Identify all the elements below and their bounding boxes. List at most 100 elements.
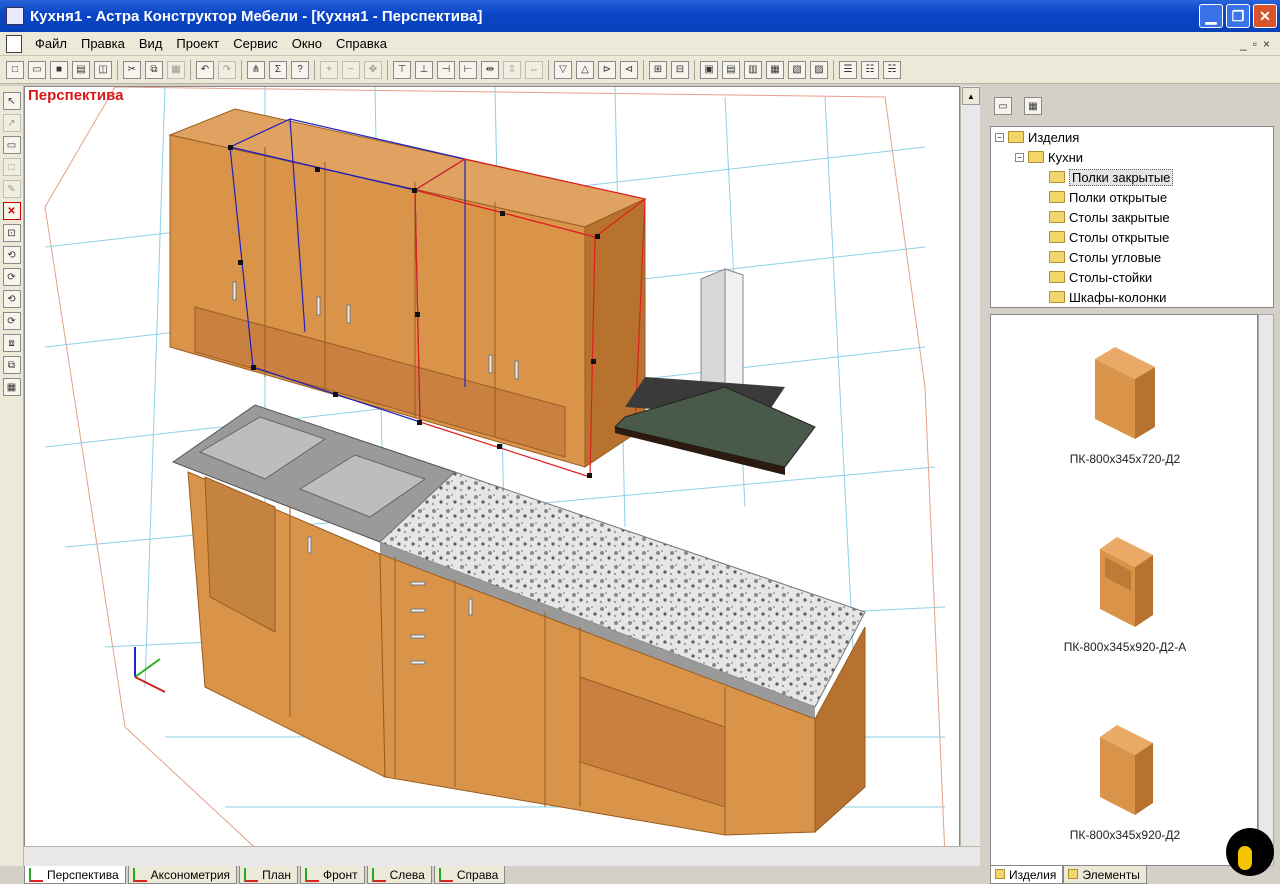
layout-c-icon[interactable]: ▥ — [744, 60, 762, 79]
select-icon[interactable]: ↗ — [2, 114, 21, 132]
copy-icon[interactable]: ⧉ — [145, 60, 163, 79]
minimize-button[interactable]: ▁ — [1199, 4, 1223, 28]
upper-cabinets[interactable] — [168, 108, 647, 468]
box-icon[interactable]: □ — [2, 158, 21, 176]
align-right-icon[interactable]: ⊢ — [459, 60, 477, 79]
paste-icon[interactable]: ▦ — [167, 60, 185, 79]
mdi-restore-button[interactable]: ▫ — [1253, 37, 1257, 51]
zoom-in-icon[interactable]: + — [320, 60, 338, 79]
ungroup-icon[interactable]: ⧉ — [2, 356, 21, 374]
pointer-icon[interactable]: ↖ — [2, 92, 21, 110]
tree-item[interactable]: Столы-стойки — [991, 267, 1273, 287]
grid-b-icon[interactable]: ⊟ — [671, 60, 689, 79]
mdi-minimize-button[interactable]: _ — [1240, 37, 1247, 51]
align-top-icon[interactable]: ⊤ — [393, 60, 411, 79]
tab-elements[interactable]: Элементы — [1063, 866, 1147, 884]
rotate-icon[interactable]: ⟲ — [2, 246, 21, 264]
props-a-icon[interactable]: ☰ — [839, 60, 857, 79]
menu-view[interactable]: Вид — [132, 36, 170, 51]
menu-edit[interactable]: Правка — [74, 36, 132, 51]
pan-icon[interactable]: ✥ — [364, 60, 382, 79]
menu-help[interactable]: Справка — [329, 36, 394, 51]
viewport-vertical-scrollbar[interactable]: ▲ — [960, 86, 980, 846]
menu-window[interactable]: Окно — [285, 36, 329, 51]
product-thumbnail[interactable]: ПК-800x345x720-Д2 — [991, 339, 1257, 466]
tree-item[interactable]: Шкафы-колонки — [991, 287, 1273, 307]
tree-item[interactable]: Столы угловые — [991, 247, 1273, 267]
props-b-icon[interactable]: ☷ — [861, 60, 879, 79]
pen-icon[interactable]: ✎ — [2, 180, 21, 198]
print-icon[interactable]: ▤ — [72, 60, 90, 79]
tab-perspective[interactable]: Перспектива — [24, 866, 126, 884]
open-folder-icon[interactable]: ▭ — [994, 97, 1012, 115]
grid-a-icon[interactable]: ⊞ — [649, 60, 667, 79]
undo-icon[interactable]: ↶ — [196, 60, 214, 79]
spacing-icon[interactable]: ⇔ — [525, 60, 543, 79]
mdi-close-button[interactable]: × — [1263, 37, 1270, 51]
distribute-h-icon[interactable]: ⇹ — [481, 60, 499, 79]
save-icon[interactable]: ■ — [50, 60, 68, 79]
snap-right-icon[interactable]: ⊲ — [620, 60, 638, 79]
insert-icon[interactable]: ⊡ — [2, 224, 21, 242]
tree-item[interactable]: Столы открытые — [991, 227, 1273, 247]
tab-front[interactable]: Фронт — [300, 866, 365, 884]
tree-node-group[interactable]: − Кухни — [991, 147, 1273, 167]
box-add-icon[interactable]: ▭ — [2, 136, 21, 154]
distribute-v-icon[interactable]: ⇳ — [503, 60, 521, 79]
align-bottom-icon[interactable]: ⊥ — [415, 60, 433, 79]
tab-left[interactable]: Слева — [366, 866, 432, 884]
align-left-icon[interactable]: ⊣ — [437, 60, 455, 79]
tab-plan[interactable]: План — [239, 866, 298, 884]
zoom-out-icon[interactable]: − — [342, 60, 360, 79]
tree-item[interactable]: Полки закрытые — [991, 167, 1273, 187]
open-icon[interactable]: ▭ — [28, 60, 46, 79]
tree-icon[interactable]: ⋔ — [247, 60, 265, 79]
menu-project[interactable]: Проект — [169, 36, 226, 51]
layout-b-icon[interactable]: ▤ — [722, 60, 740, 79]
mirror-icon[interactable]: ⟲ — [2, 290, 21, 308]
preview-icon[interactable]: ◫ — [94, 60, 112, 79]
scene-canvas[interactable] — [25, 87, 960, 866]
tree-item[interactable]: Столы закрытые — [991, 207, 1273, 227]
layout-d-icon[interactable]: ▦ — [766, 60, 784, 79]
tab-axonometry[interactable]: Аксонометрия — [127, 866, 238, 884]
restore-button[interactable]: ❐ — [1226, 4, 1250, 28]
redo-icon[interactable]: ↷ — [218, 60, 236, 79]
close-button[interactable]: ✕ — [1253, 4, 1277, 28]
thumbnails-scrollbar[interactable] — [1258, 314, 1274, 866]
menu-file[interactable]: Файл — [28, 36, 74, 51]
view-mode-icon[interactable]: ▦ — [1024, 97, 1042, 115]
arrange-icon[interactable]: ⟳ — [2, 312, 21, 330]
sum-icon[interactable]: Σ — [269, 60, 287, 79]
tab-products[interactable]: Изделия — [990, 866, 1064, 884]
layout-a-icon[interactable]: ▣ — [700, 60, 718, 79]
document-icon[interactable] — [6, 34, 22, 53]
delete-icon[interactable]: ✕ — [2, 202, 21, 220]
rotate-cw-icon[interactable]: ⟳ — [2, 268, 21, 286]
product-thumbnail[interactable]: ПК-800x345x920-Д2-А — [991, 527, 1257, 654]
layout-e-icon[interactable]: ▧ — [788, 60, 806, 79]
props-c-icon[interactable]: ☵ — [883, 60, 901, 79]
help-icon[interactable]: ? — [291, 60, 309, 79]
folder-icon — [1049, 171, 1065, 183]
product-thumbnail[interactable]: ПК-800x345x920-Д2 — [991, 715, 1257, 842]
snap-left-icon[interactable]: ⊳ — [598, 60, 616, 79]
menu-service[interactable]: Сервис — [226, 36, 285, 51]
properties-icon[interactable]: ▦ — [2, 378, 21, 396]
main-toolbar: □ ▭ ■ ▤ ◫ ✂ ⧉ ▦ ↶ ↷ ⋔ Σ ? + − ✥ ⊤ ⊥ ⊣ ⊢ … — [0, 56, 1280, 84]
flip-icon[interactable]: △ — [576, 60, 594, 79]
perspective-viewport[interactable]: Перспектива — [24, 86, 960, 866]
group-icon[interactable]: ⧈ — [2, 334, 21, 352]
collapse-icon[interactable]: − — [995, 132, 1004, 142]
scroll-up-icon[interactable]: ▲ — [962, 87, 980, 105]
cut-icon[interactable]: ✂ — [123, 60, 141, 79]
layout-f-icon[interactable]: ▨ — [810, 60, 828, 79]
filter-icon[interactable]: ▽ — [554, 60, 572, 79]
new-icon[interactable]: □ — [6, 60, 24, 79]
collapse-icon[interactable]: − — [1015, 152, 1024, 162]
viewport-horizontal-scrollbar[interactable] — [24, 846, 980, 866]
tree-item[interactable]: Полки открытые — [991, 187, 1273, 207]
tab-right[interactable]: Справа — [433, 866, 506, 884]
catalog-tree[interactable]: − Изделия − Кухни Полки закрытые Полки отк… — [990, 126, 1274, 308]
tree-node-root[interactable]: − Изделия — [991, 127, 1273, 147]
